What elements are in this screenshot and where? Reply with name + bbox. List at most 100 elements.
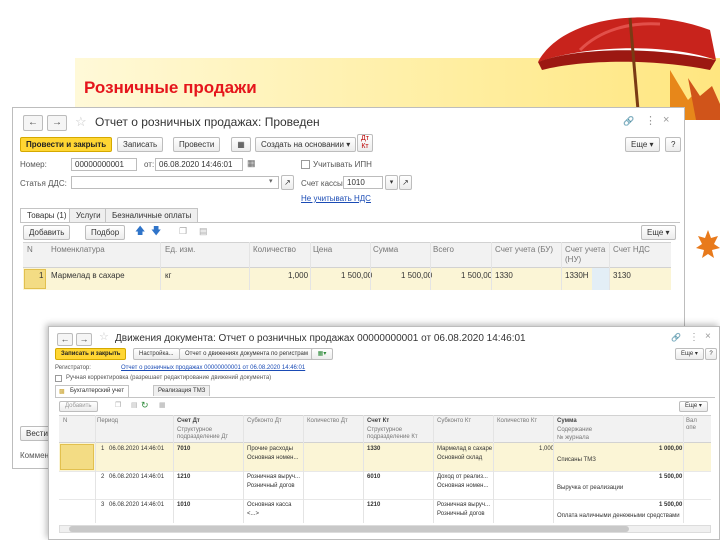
cell-acc-kt[interactable]: 1330 — [367, 446, 380, 452]
paste-icon[interactable]: ▤ — [199, 227, 208, 236]
more-label: Еще — [631, 140, 648, 149]
help-button[interactable]: ? — [665, 137, 682, 152]
cell-qty[interactable]: 1,000 — [288, 271, 308, 280]
tab-cashless[interactable]: Безналичные оплаты — [105, 208, 199, 222]
cell-period[interactable]: 06.08.2020 14:46:01 — [109, 446, 164, 452]
cell-sub-kt-2[interactable]: Розничный догов — [437, 511, 485, 517]
moves-table-more-button[interactable]: Еще ▾ — [679, 401, 708, 412]
post-and-close-button[interactable]: Провести и закрыть — [20, 137, 113, 152]
cell-sub-dt-2[interactable]: Основная номен... — [247, 455, 299, 461]
close-icon[interactable]: × — [705, 332, 711, 342]
dropdown-icon[interactable]: ▾ — [269, 178, 273, 185]
cell-acc-kt[interactable]: 6010 — [367, 474, 380, 480]
back-arrow-icon[interactable]: ← — [57, 333, 73, 346]
refresh-icon[interactable]: ↻ — [141, 401, 149, 410]
calendar-icon[interactable]: ▦ — [247, 159, 256, 168]
col-price: Цена — [313, 245, 333, 254]
scrollbar-thumb[interactable] — [69, 526, 629, 532]
manual-adjust-checkbox[interactable] — [55, 375, 62, 382]
tab-accounting[interactable]: ▩ Бухгалтерский учет — [55, 385, 130, 397]
registrar-link[interactable]: Отчет о розничных продажах 00000000001 о… — [121, 365, 305, 371]
cell-total[interactable]: 1 500,00 — [461, 271, 492, 280]
post-button[interactable]: Провести — [173, 137, 221, 152]
open-dds-icon[interactable]: ↗ — [281, 175, 294, 190]
cash-account-field[interactable]: 1010 — [343, 176, 383, 189]
cell-content[interactable]: Выручка от реализации — [557, 485, 623, 491]
add-row-button[interactable]: Добавить — [23, 225, 71, 240]
back-arrow-icon[interactable]: ← — [23, 115, 43, 131]
save-and-close-button[interactable]: Записать и закрыть — [55, 348, 127, 360]
copy-icon[interactable]: ❐ — [179, 227, 187, 236]
copy-icon[interactable]: ❐ — [115, 402, 121, 409]
cell-sub-kt-1[interactable]: Доход от реализ... — [437, 474, 488, 480]
cell-qty-kt[interactable]: 1,000 — [539, 446, 554, 452]
print-dt-kt-icon[interactable]: Дт Кт — [357, 134, 373, 152]
cell-acc-vat[interactable]: 3130 — [613, 271, 631, 280]
export-icon[interactable]: ▦▾ — [311, 348, 333, 360]
cell-price[interactable]: 1 500,00 — [341, 271, 372, 280]
moves-add-button[interactable]: Добавить — [59, 401, 98, 412]
tab-services[interactable]: Услуги — [69, 208, 108, 222]
link-icon[interactable]: 🔗 — [623, 117, 634, 126]
create-based-on-button[interactable]: Создать на основании ▾ — [255, 137, 357, 152]
down-arrow-icon[interactable]: 🡇 — [151, 227, 161, 237]
moves-table-more-label: Еще — [685, 403, 698, 409]
tab-goods[interactable]: Товары (1) — [20, 208, 74, 223]
movements-report-button[interactable]: Отчет о движениях документа по регистрам — [179, 348, 315, 360]
find-icon[interactable]: ▦ — [159, 402, 166, 409]
cell-acc-kt[interactable]: 1210 — [367, 502, 380, 508]
cell-sub-kt-1[interactable]: Розничная выруч... — [437, 502, 490, 508]
menu-dots-icon[interactable]: ⋮ — [645, 116, 656, 127]
cell-sum[interactable]: 1 000,00 — [659, 446, 682, 452]
cell-content[interactable]: Списаны ТМЗ — [557, 457, 596, 463]
cell-sub-kt-2[interactable]: Основной склад — [437, 455, 482, 461]
cell-sum[interactable]: 1 500,00 — [659, 474, 682, 480]
cash-account-dropdown-icon[interactable]: ▾ — [385, 175, 398, 190]
cell-acc-dt[interactable]: 1010 — [177, 502, 190, 508]
doc-structure-icon[interactable]: ▦ — [231, 137, 251, 152]
table-more-button[interactable]: Еще ▾ — [641, 225, 676, 240]
moves-more-button[interactable]: Еще ▾ — [675, 348, 704, 360]
star-icon[interactable]: ☆ — [99, 330, 109, 343]
cell-item[interactable]: Мармелад в сахаре — [51, 271, 125, 280]
close-icon[interactable]: × — [663, 115, 669, 126]
cell-period[interactable]: 06.08.2020 14:46:01 — [109, 474, 164, 480]
cell-sub-dt-2[interactable]: Розничный догов — [247, 483, 295, 489]
pick-button[interactable]: Подбор — [85, 225, 126, 240]
cell-period[interactable]: 06.08.2020 14:46:01 — [109, 502, 164, 508]
up-arrow-icon[interactable]: 🡅 — [135, 227, 145, 237]
open-cash-account-icon[interactable]: ↗ — [399, 175, 412, 190]
moves-help-button[interactable]: ? — [705, 348, 717, 360]
dds-field[interactable] — [71, 176, 279, 189]
settings-button[interactable]: Настройка... — [133, 348, 180, 360]
more-button[interactable]: Еще ▾ — [625, 137, 660, 152]
number-field[interactable]: 00000000001 — [71, 158, 137, 171]
no-vat-link[interactable]: Не учитывать НДС — [301, 194, 371, 203]
cell-sub-kt-1[interactable]: Мармелад в сахаре — [437, 446, 492, 452]
cell-sub-kt-2[interactable]: Основная номен... — [437, 483, 489, 489]
cell-sub-dt-2[interactable]: <...> — [247, 511, 259, 517]
link-icon[interactable]: 🔗 — [671, 334, 681, 342]
forward-arrow-icon[interactable]: → — [76, 333, 92, 346]
cell-sum[interactable]: 1 500,00 — [401, 271, 432, 280]
cell-acc-nu[interactable]: 1330Н — [565, 271, 589, 280]
delete-icon[interactable]: ▤ — [131, 402, 138, 409]
date-field[interactable]: 06.08.2020 14:46:01 — [155, 158, 243, 171]
vat-checkbox[interactable] — [301, 160, 310, 169]
col-subconto-dt: Субконто Дт — [247, 418, 282, 424]
forward-arrow-icon[interactable]: → — [47, 115, 67, 131]
cell-acc-bu[interactable]: 1330 — [495, 271, 513, 280]
star-icon[interactable]: ☆ — [75, 114, 87, 130]
tab-tmz[interactable]: Реализация ТМЗ — [153, 385, 211, 396]
save-button[interactable]: Записать — [117, 137, 164, 152]
menu-dots-icon[interactable]: ⋮ — [689, 333, 699, 343]
cell-sub-dt-1[interactable]: Основная касса — [247, 502, 292, 508]
cell-sub-dt-1[interactable]: Розничная выруч... — [247, 474, 300, 480]
cell-acc-dt[interactable]: 1210 — [177, 474, 190, 480]
cell-sum[interactable]: 1 500,00 — [659, 502, 682, 508]
cell-unit[interactable]: кг — [165, 271, 171, 280]
cell-content[interactable]: Оплата наличными денежными средствами — [557, 513, 680, 519]
col-divider — [160, 242, 161, 290]
cell-sub-dt-1[interactable]: Прочие расходы — [247, 446, 293, 452]
cell-acc-dt[interactable]: 7010 — [177, 446, 190, 452]
